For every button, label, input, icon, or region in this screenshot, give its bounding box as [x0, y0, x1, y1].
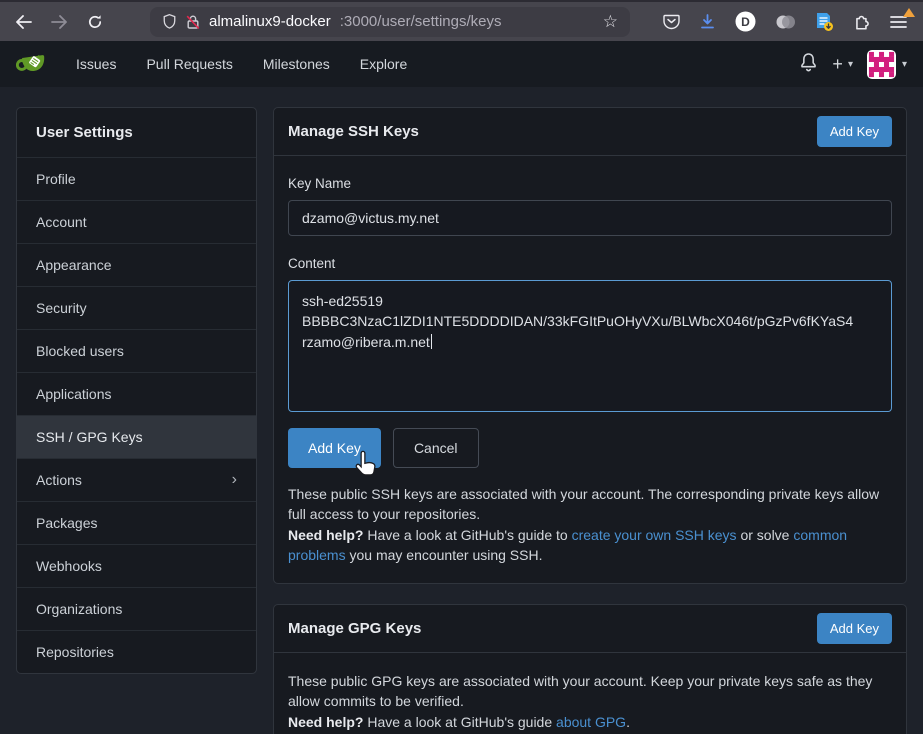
plus-icon: + — [832, 54, 843, 75]
sidebar-item-account[interactable]: Account — [17, 200, 256, 243]
update-badge-icon — [903, 8, 915, 17]
key-content-textarea[interactable]: ssh-ed25519 BBBBC3NzaC1lZDI1NTE5DDDDIDAN… — [288, 280, 892, 412]
sidebar-item-repositories[interactable]: Repositories — [17, 630, 256, 673]
user-menu-dropdown[interactable]: ▾ — [867, 50, 907, 79]
sidebar-item-profile[interactable]: Profile — [17, 157, 256, 200]
ssh-panel-title: Manage SSH Keys — [288, 123, 419, 140]
forward-icon — [52, 16, 66, 28]
back-icon — [17, 16, 31, 28]
nav-item-issues[interactable]: Issues — [61, 41, 131, 87]
text-caret — [431, 334, 433, 349]
tracking-shield-icon — [162, 13, 177, 30]
caret-down-icon: ▾ — [848, 59, 853, 70]
key-name-input[interactable] — [288, 200, 892, 236]
sidebar-item-organizations[interactable]: Organizations — [17, 587, 256, 630]
url-bar[interactable]: almalinux9-docker :3000/user/settings/key… — [150, 7, 630, 37]
browser-chrome: almalinux9-docker :3000/user/settings/key… — [0, 0, 923, 41]
nav-item-explore[interactable]: Explore — [345, 41, 422, 87]
nav-item-milestones[interactable]: Milestones — [248, 41, 345, 87]
bookmark-star-icon[interactable]: ☆ — [603, 12, 618, 32]
extension-d-icon[interactable]: D — [735, 11, 756, 32]
insecure-lock-icon — [186, 14, 200, 30]
top-navbar: Issues Pull Requests Milestones Explore … — [0, 41, 923, 87]
caret-down-icon: ▾ — [902, 59, 907, 70]
cancel-button[interactable]: Cancel — [393, 428, 479, 468]
sidebar-item-blocked-users[interactable]: Blocked users — [17, 329, 256, 372]
back-button[interactable] — [8, 7, 38, 37]
notifications-bell-icon[interactable] — [799, 52, 818, 77]
menu-icon[interactable] — [890, 15, 907, 29]
sidebar-item-applications[interactable]: Applications — [17, 372, 256, 415]
ssh-keys-panel: Manage SSH Keys Add Key Key Name Content… — [273, 107, 907, 584]
pocket-icon[interactable] — [663, 13, 680, 30]
content-label: Content — [288, 256, 892, 271]
user-avatar — [867, 50, 896, 79]
gpg-help-text: These public GPG keys are associated wit… — [288, 671, 892, 732]
reload-icon — [87, 14, 103, 30]
sidebar-item-appearance[interactable]: Appearance — [17, 243, 256, 286]
sidebar-item-actions[interactable]: Actions› — [17, 458, 256, 501]
reload-button[interactable] — [80, 7, 110, 37]
svg-text:D: D — [741, 15, 750, 29]
create-new-dropdown[interactable]: + ▾ — [832, 54, 853, 75]
sidebar-item-ssh-gpg-keys[interactable]: SSH / GPG Keys — [17, 415, 256, 458]
forward-button[interactable] — [44, 7, 74, 37]
link-about-gpg[interactable]: about GPG — [556, 714, 626, 730]
extension-circles-icon[interactable] — [775, 13, 796, 31]
ssh-add-key-header-button[interactable]: Add Key — [817, 116, 892, 147]
downloads-icon[interactable] — [699, 13, 716, 30]
gpg-add-key-header-button[interactable]: Add Key — [817, 613, 892, 644]
url-path: :3000/user/settings/keys — [340, 13, 502, 30]
ssh-add-key-submit-button[interactable]: Add Key — [288, 428, 381, 468]
nav-item-pull-requests[interactable]: Pull Requests — [131, 41, 247, 87]
sidebar-item-packages[interactable]: Packages — [17, 501, 256, 544]
sidebar-item-webhooks[interactable]: Webhooks — [17, 544, 256, 587]
extensions-puzzle-icon[interactable] — [853, 13, 871, 31]
url-host: almalinux9-docker — [209, 13, 331, 30]
sidebar-title: User Settings — [17, 108, 256, 157]
link-create-ssh-keys[interactable]: create your own SSH keys — [572, 527, 737, 543]
gitea-logo-icon[interactable] — [16, 50, 47, 78]
settings-sidebar: User Settings Profile Account Appearance… — [16, 107, 257, 674]
key-name-label: Key Name — [288, 176, 892, 191]
gpg-panel-title: Manage GPG Keys — [288, 620, 421, 637]
save-page-icon[interactable] — [815, 12, 834, 32]
gpg-keys-panel: Manage GPG Keys Add Key These public GPG… — [273, 604, 907, 734]
sidebar-item-security[interactable]: Security — [17, 286, 256, 329]
chevron-right-icon: › — [232, 472, 237, 488]
ssh-help-text: These public SSH keys are associated wit… — [288, 484, 892, 565]
